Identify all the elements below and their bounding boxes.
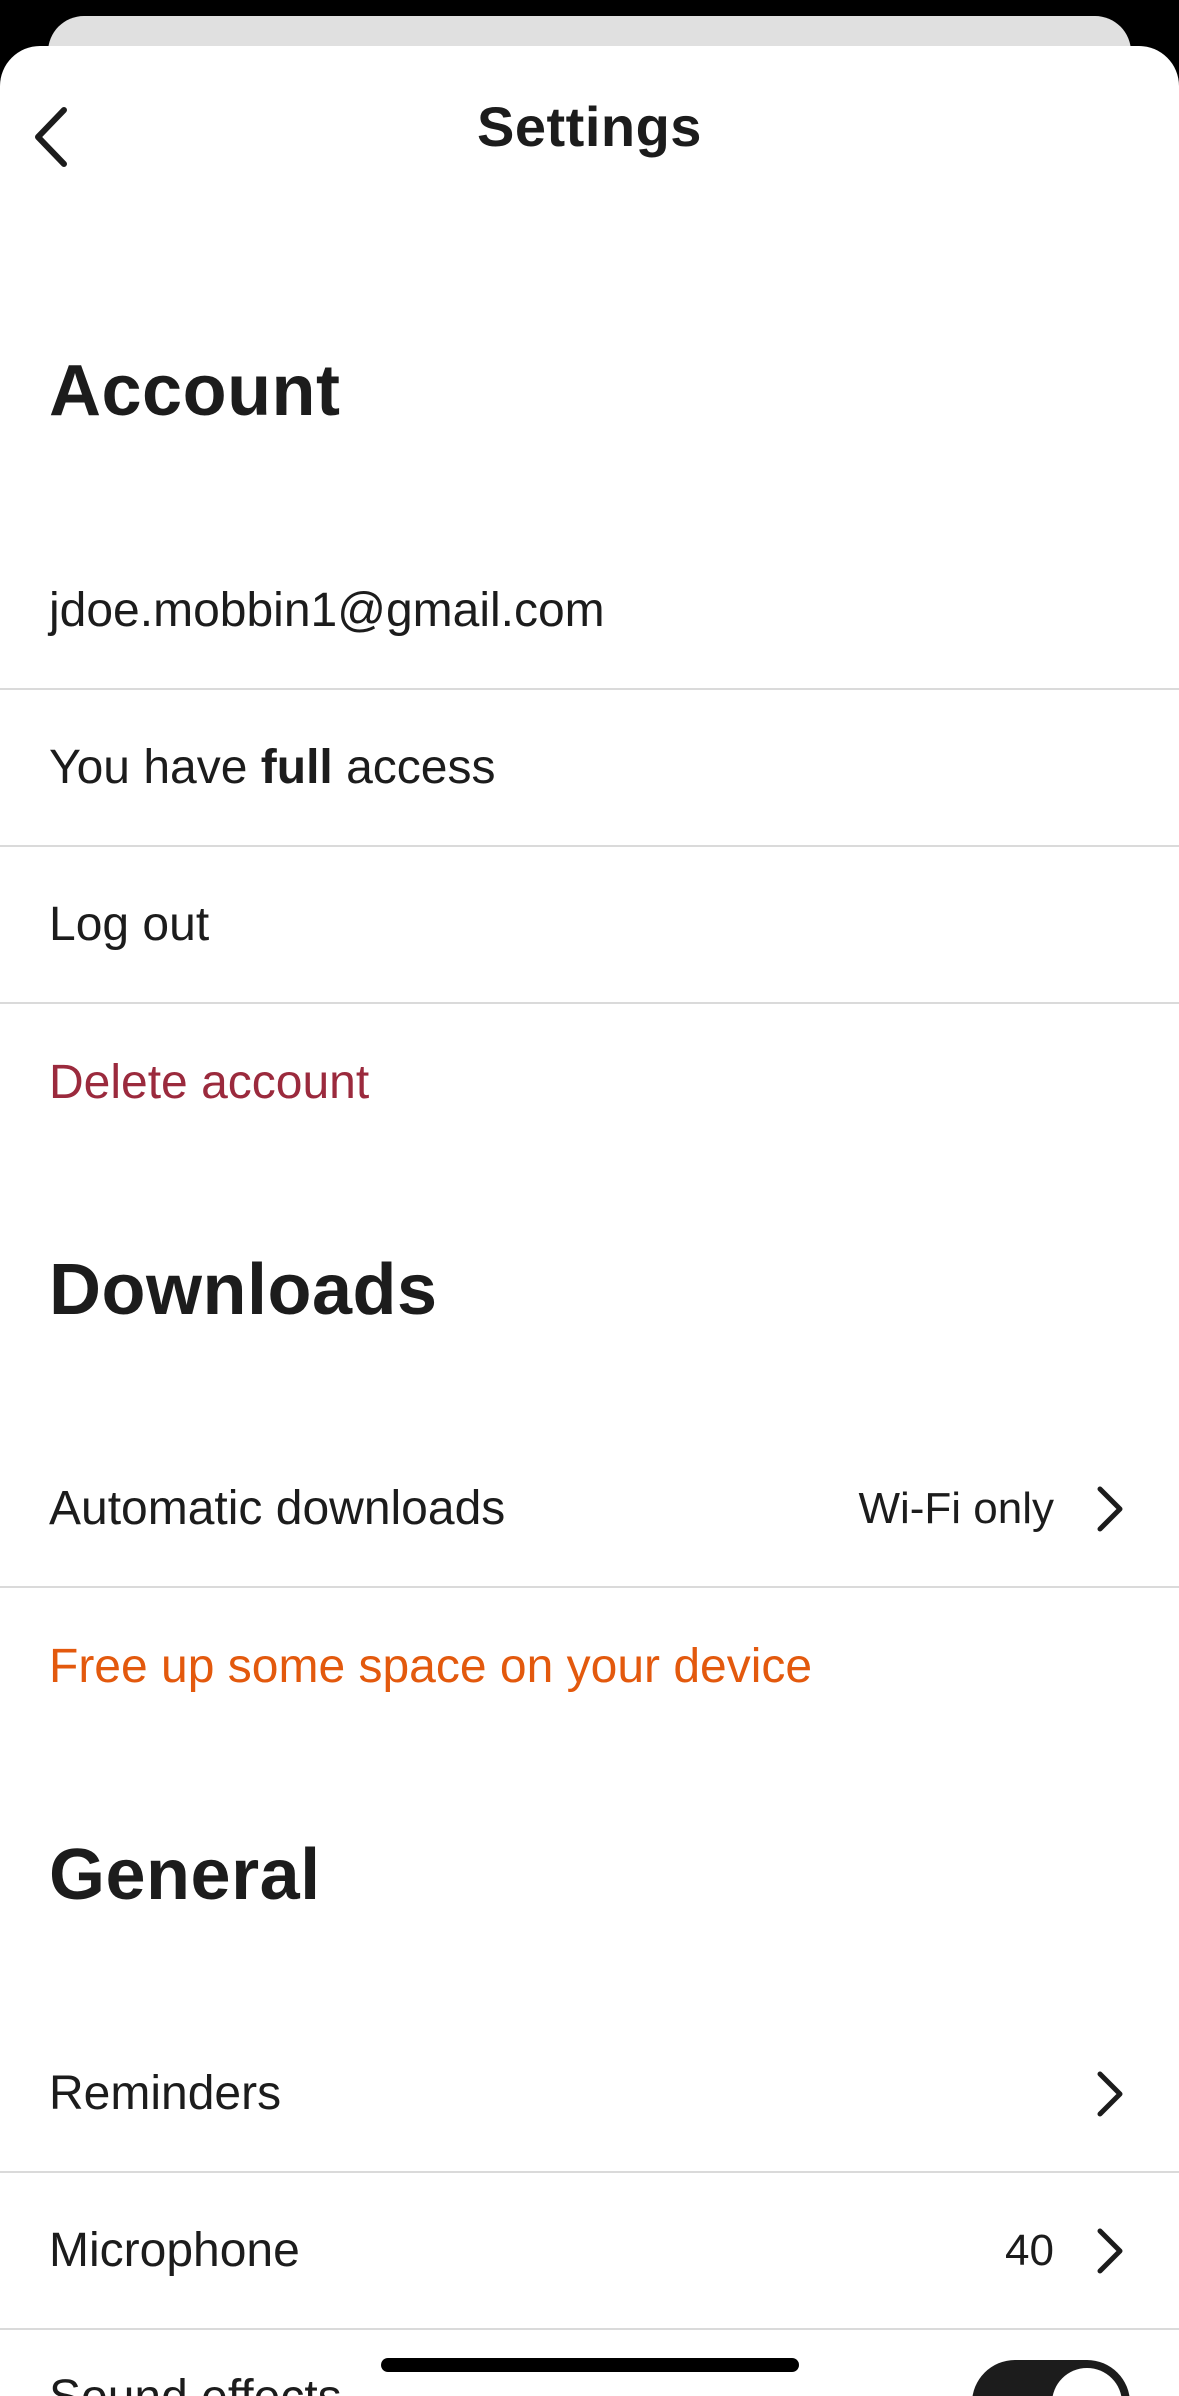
access-suffix: access: [332, 741, 496, 794]
chevron-right-icon: [1090, 2221, 1130, 2281]
reminders-row[interactable]: Reminders: [0, 2016, 1179, 2173]
access-prefix: You have: [49, 741, 261, 794]
microphone-row[interactable]: Microphone 40: [0, 2173, 1179, 2330]
section-title-downloads: Downloads: [49, 1250, 438, 1330]
delete-account-row[interactable]: Delete account: [0, 1004, 1179, 1161]
account-email-row: jdoe.mobbin1@gmail.com: [0, 533, 1179, 690]
home-indicator: [381, 2358, 799, 2372]
automatic-downloads-row[interactable]: Automatic downloads Wi-Fi only: [0, 1431, 1179, 1588]
chevron-right-icon: [1090, 2064, 1130, 2124]
page-title: Settings: [477, 95, 702, 158]
navigation-bar: Settings: [0, 46, 1179, 214]
free-up-space-row[interactable]: Free up some space on your device: [0, 1588, 1179, 1745]
sound-effects-label: Sound effects: [49, 2370, 972, 2396]
delete-account-label: Delete account: [49, 1056, 370, 1109]
chevron-right-icon: [1090, 1479, 1130, 1539]
automatic-downloads-value: Wi-Fi only: [858, 1483, 1054, 1533]
logout-row[interactable]: Log out: [0, 847, 1179, 1004]
reminders-label: Reminders: [49, 2067, 282, 2120]
free-up-space-link: Free up some space on your device: [49, 1640, 813, 1693]
automatic-downloads-label: Automatic downloads: [49, 1482, 506, 1535]
access-status-row: You have full access: [0, 690, 1179, 847]
section-title-general: General: [49, 1835, 321, 1915]
access-status: You have full access: [49, 740, 1130, 795]
account-email: jdoe.mobbin1@gmail.com: [49, 584, 605, 637]
toggle-knob: [1052, 2368, 1122, 2396]
sound-effects-toggle[interactable]: [972, 2360, 1130, 2396]
microphone-label: Microphone: [49, 2224, 300, 2277]
logout-label: Log out: [49, 898, 210, 951]
microphone-value: 40: [1005, 2225, 1054, 2275]
settings-sheet: Settings Account jdoe.mobbin1@gmail.com …: [0, 46, 1179, 2396]
section-title-account: Account: [49, 351, 341, 431]
access-level: full: [260, 741, 333, 794]
